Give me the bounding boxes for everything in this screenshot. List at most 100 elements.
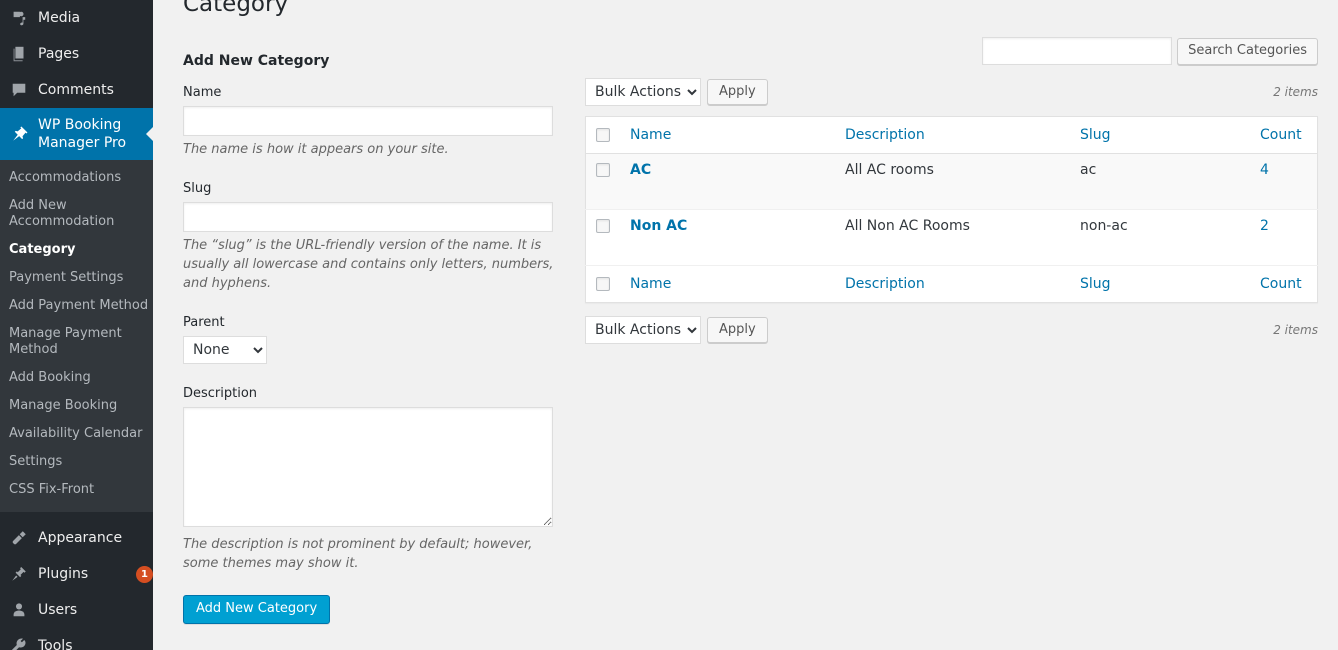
column-footer-name[interactable]: Name bbox=[620, 265, 835, 303]
user-icon bbox=[9, 600, 29, 620]
column-header-count-label[interactable]: Count bbox=[1260, 127, 1302, 143]
table-head: Name Description Slug Count bbox=[585, 116, 1318, 154]
sidebar-item-category[interactable]: Category bbox=[0, 236, 153, 264]
main-content: Category Add New Category Name The name … bbox=[153, 0, 1338, 650]
page-title: Category bbox=[183, 0, 289, 17]
sidebar-item-pages[interactable]: Pages bbox=[0, 36, 153, 72]
sidebar-item-tools[interactable]: Tools bbox=[0, 628, 153, 650]
sidebar-item-add-payment-method[interactable]: Add Payment Method bbox=[0, 292, 153, 320]
sidebar-item-appearance[interactable]: Appearance bbox=[0, 520, 153, 556]
table-row: Non AC All Non AC Rooms non-ac 2 bbox=[585, 210, 1318, 266]
column-footer-name-label[interactable]: Name bbox=[630, 276, 671, 292]
sidebar-item-label: Tools bbox=[38, 638, 73, 650]
select-all-footer bbox=[585, 265, 620, 303]
sidebar-item-label: Comments bbox=[38, 82, 114, 98]
row-select-cell bbox=[586, 210, 621, 266]
column-footer-count[interactable]: Count bbox=[1250, 265, 1318, 303]
admin-sidebar: Media Pages Comments WP Booking Manager … bbox=[0, 0, 153, 650]
column-footer-slug-label[interactable]: Slug bbox=[1080, 276, 1111, 292]
column-header-name-label[interactable]: Name bbox=[630, 127, 671, 143]
paintbrush-icon bbox=[9, 528, 29, 548]
sidebar-item-availability-calendar[interactable]: Availability Calendar bbox=[0, 420, 153, 448]
table-foot: Name Description Slug Count bbox=[585, 265, 1318, 303]
admin-page: Media Pages Comments WP Booking Manager … bbox=[0, 0, 1338, 650]
sidebar-item-add-new-accommodation[interactable]: Add New Accommodation bbox=[0, 192, 153, 236]
row-slug-cell: ac bbox=[1080, 162, 1097, 178]
bulk-actions-select-bottom[interactable]: Bulk Actions bbox=[585, 316, 701, 344]
sidebar-item-label: Media bbox=[38, 10, 81, 26]
sidebar-bottom-menu: Appearance Plugins 1 Users Tools bbox=[0, 512, 153, 650]
row-name-cell: AC bbox=[620, 154, 835, 210]
column-footer-description[interactable]: Description bbox=[835, 265, 1070, 303]
select-all-header bbox=[585, 116, 620, 154]
search-categories-button[interactable]: Search Categories bbox=[1177, 37, 1318, 65]
table-body: AC All AC rooms ac 4 Non AC All Non AC R… bbox=[585, 153, 1318, 266]
column-header-description-label[interactable]: Description bbox=[845, 127, 925, 143]
sidebar-item-manage-payment-method[interactable]: Manage Payment Method bbox=[0, 320, 153, 364]
description-textarea[interactable] bbox=[183, 407, 553, 527]
table-row: AC All AC rooms ac 4 bbox=[585, 153, 1318, 210]
tablenav-bottom: Bulk Actions Apply 2 items bbox=[585, 314, 1318, 346]
row-count-cell: 4 bbox=[1250, 154, 1318, 210]
name-label: Name bbox=[183, 85, 222, 100]
apply-button-top[interactable]: Apply bbox=[707, 79, 768, 105]
row-checkbox[interactable] bbox=[596, 219, 610, 233]
items-count-top: 2 items bbox=[1273, 85, 1318, 99]
sidebar-item-label: Plugins bbox=[38, 566, 89, 582]
description-label: Description bbox=[183, 386, 258, 401]
slug-label: Slug bbox=[183, 181, 212, 196]
table-footer-row: Name Description Slug Count bbox=[585, 265, 1318, 303]
column-header-slug-label[interactable]: Slug bbox=[1080, 127, 1111, 143]
parent-label: Parent bbox=[183, 315, 225, 330]
sidebar-item-add-booking[interactable]: Add Booking bbox=[0, 364, 153, 392]
slug-description: The “slug” is the URL-friendly version o… bbox=[183, 238, 554, 291]
bulk-actions-select-top[interactable]: Bulk Actions bbox=[585, 78, 701, 106]
category-count-link[interactable]: 2 bbox=[1260, 218, 1269, 234]
row-description-cell: All AC rooms bbox=[845, 162, 934, 178]
row-checkbox[interactable] bbox=[596, 163, 610, 177]
plugins-update-badge: 1 bbox=[136, 565, 153, 583]
apply-button-bottom[interactable]: Apply bbox=[707, 317, 768, 343]
plug-icon bbox=[9, 564, 29, 584]
column-header-name[interactable]: Name bbox=[620, 116, 835, 154]
sidebar-item-manage-booking[interactable]: Manage Booking bbox=[0, 392, 153, 420]
column-footer-description-label[interactable]: Description bbox=[845, 276, 925, 292]
column-footer-slug[interactable]: Slug bbox=[1070, 265, 1250, 303]
comments-icon bbox=[9, 80, 29, 100]
search-input[interactable] bbox=[982, 37, 1173, 65]
pin-icon bbox=[9, 124, 29, 144]
sidebar-item-users[interactable]: Users bbox=[0, 592, 153, 628]
form-heading: Add New Category bbox=[183, 53, 330, 69]
category-count-link[interactable]: 4 bbox=[1260, 162, 1269, 178]
category-name-link[interactable]: AC bbox=[630, 162, 651, 178]
category-name-link[interactable]: Non AC bbox=[630, 218, 687, 234]
sidebar-item-plugins[interactable]: Plugins 1 bbox=[0, 556, 153, 592]
row-select-cell bbox=[586, 154, 621, 210]
table-header-row: Name Description Slug Count bbox=[585, 116, 1318, 154]
column-header-count[interactable]: Count bbox=[1250, 116, 1318, 154]
column-header-description[interactable]: Description bbox=[835, 116, 1070, 154]
sidebar-item-payment-settings[interactable]: Payment Settings bbox=[0, 264, 153, 292]
sidebar-item-media[interactable]: Media bbox=[0, 0, 153, 36]
name-input[interactable] bbox=[183, 106, 553, 136]
row-count-cell: 2 bbox=[1250, 210, 1318, 266]
pages-icon bbox=[9, 44, 29, 64]
description-field-block: Description The description is not promi… bbox=[183, 386, 563, 573]
slug-input[interactable] bbox=[183, 202, 553, 232]
sidebar-item-label: Pages bbox=[38, 46, 80, 62]
sidebar-item-accommodations[interactable]: Accommodations bbox=[0, 164, 153, 192]
row-name-cell: Non AC bbox=[620, 210, 835, 266]
search-box: Search Categories bbox=[585, 19, 1318, 65]
column-footer-count-label[interactable]: Count bbox=[1260, 276, 1302, 292]
parent-select[interactable]: None bbox=[183, 336, 267, 364]
content-columns: Add New Category Name The name is how it… bbox=[173, 19, 1318, 624]
sidebar-item-wp-booking-manager-pro[interactable]: WP Booking Manager Pro bbox=[0, 108, 153, 160]
select-all-checkbox-footer[interactable] bbox=[596, 277, 610, 291]
column-header-slug[interactable]: Slug bbox=[1070, 116, 1250, 154]
select-all-checkbox[interactable] bbox=[596, 128, 610, 142]
sidebar-item-label: Users bbox=[38, 602, 78, 618]
sidebar-item-comments[interactable]: Comments bbox=[0, 72, 153, 108]
sidebar-item-settings[interactable]: Settings bbox=[0, 448, 153, 476]
sidebar-item-css-fix-front[interactable]: CSS Fix-Front bbox=[0, 476, 153, 504]
add-new-category-button[interactable]: Add New Category bbox=[183, 595, 331, 624]
